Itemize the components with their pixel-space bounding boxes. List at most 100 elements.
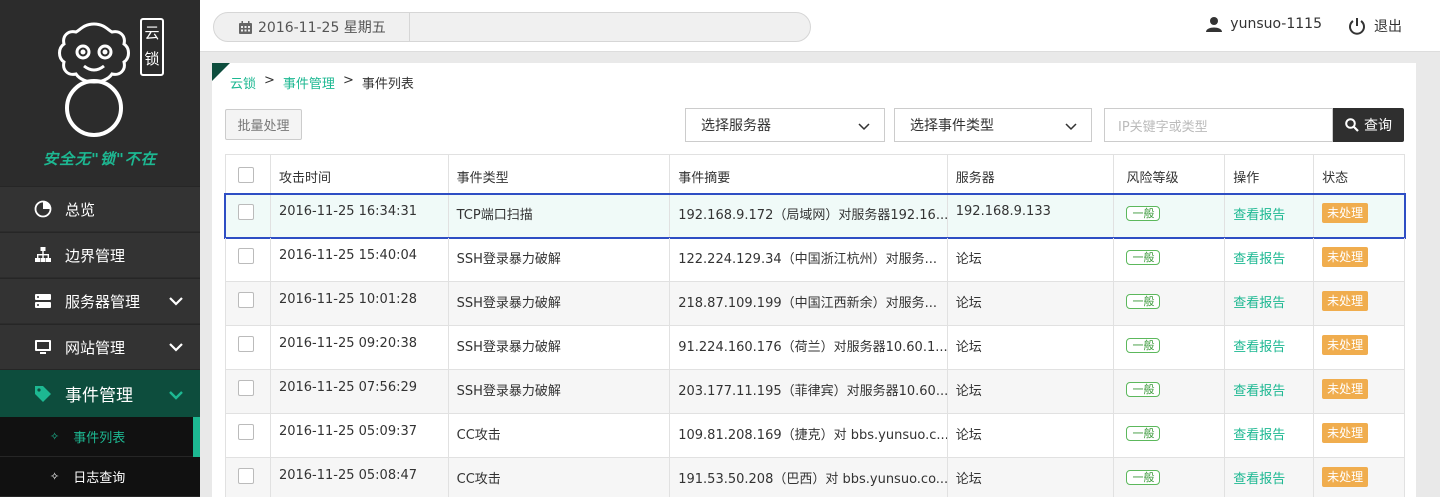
server-name: 论坛 <box>948 326 1115 369</box>
event-type-select[interactable]: 选择事件类型 <box>894 108 1092 142</box>
table-row[interactable]: 2016-11-25 10:01:28 SSH登录暴力破解 218.87.109.1… <box>225 282 1405 326</box>
column-header[interactable]: 事件类型 <box>449 155 671 193</box>
status-badge[interactable]: 未处理 <box>1322 203 1369 223</box>
calendar-icon <box>239 20 252 34</box>
chevron-down-icon <box>169 343 183 352</box>
status-badge[interactable]: 未处理 <box>1322 335 1369 355</box>
risk-cell: 一般 <box>1114 370 1226 413</box>
user-icon <box>1206 17 1223 32</box>
event-type: CC攻击 <box>449 414 671 457</box>
row-checkbox[interactable] <box>238 424 254 440</box>
server-select[interactable]: 选择服务器 <box>685 108 885 142</box>
action-cell: 查看报告 <box>1225 458 1315 497</box>
status-cell: 未处理 <box>1314 326 1404 369</box>
date-box: 2016-11-25 星期五 <box>213 12 811 42</box>
risk-badge: 一般 <box>1126 426 1161 441</box>
event-summary: 218.87.109.199（中国江西新余）对服务... <box>670 282 948 325</box>
status-badge[interactable]: 未处理 <box>1322 247 1369 267</box>
risk-badge: 一般 <box>1126 470 1161 485</box>
sub-item-event-list[interactable]: ✧ 事件列表 <box>0 417 200 457</box>
row-select-cell <box>226 370 271 413</box>
view-report-link[interactable]: 查看报告 <box>1233 428 1285 443</box>
user-menu[interactable]: yunsuo-1115 <box>1206 16 1322 32</box>
status-cell: 未处理 <box>1314 194 1404 237</box>
nav-item-overview[interactable]: 总览 <box>0 186 200 231</box>
search-input[interactable]: IP关键字或类型 <box>1104 108 1333 142</box>
breadcrumb-section[interactable]: 事件管理 <box>283 73 335 92</box>
breadcrumb: 云锁 > 事件管理 > 事件列表 <box>230 73 414 92</box>
top-bar: 2016-11-25 星期五 yunsuo-1115 退出 <box>200 0 1440 52</box>
status-cell: 未处理 <box>1314 458 1404 497</box>
chevron-down-icon <box>169 391 183 400</box>
breadcrumb-separator: > <box>264 73 275 88</box>
view-report-link[interactable]: 查看报告 <box>1233 384 1285 399</box>
column-header[interactable]: 服务器 <box>948 155 1115 193</box>
chevron-down-icon <box>858 123 870 131</box>
risk-cell: 一般 <box>1114 282 1226 325</box>
sub-item-log-query[interactable]: ✧ 日志查询 <box>0 457 200 497</box>
event-summary: 203.177.11.195（菲律宾）对服务器10.60.... <box>670 370 948 413</box>
nav-item-servers[interactable]: 服务器管理 <box>0 278 200 323</box>
attack-time: 2016-11-25 10:01:28 <box>271 282 449 325</box>
status-badge[interactable]: 未处理 <box>1322 423 1369 443</box>
table-row[interactable]: 2016-11-25 05:08:47 CC攻击 191.53.50.208（巴西）… <box>225 458 1405 497</box>
table-row[interactable]: 2016-11-25 15:40:04 SSH登录暴力破解 122.224.129.… <box>225 238 1405 282</box>
search-button[interactable]: 查询 <box>1333 108 1404 142</box>
row-checkbox[interactable] <box>238 468 254 484</box>
risk-badge: 一般 <box>1126 338 1161 353</box>
view-report-link[interactable]: 查看报告 <box>1233 208 1285 223</box>
nav-label: 服务器管理 <box>65 292 141 311</box>
table-row[interactable]: 2016-11-25 07:56:29 SSH登录暴力破解 203.177.11.1… <box>225 370 1405 414</box>
row-checkbox[interactable] <box>238 336 254 352</box>
pie-chart-icon <box>33 199 53 219</box>
table-row[interactable]: 2016-11-25 05:09:37 CC攻击 109.81.208.169（捷克… <box>225 414 1405 458</box>
attack-time: 2016-11-25 09:20:38 <box>271 326 449 369</box>
table-header: 攻击时间 事件类型 事件摘要 服务器 风险等级 操作 状态 <box>225 154 1405 194</box>
view-report-link[interactable]: 查看报告 <box>1233 252 1285 267</box>
row-checkbox[interactable] <box>238 380 254 396</box>
select-all-checkbox[interactable] <box>238 167 254 183</box>
column-header[interactable]: 攻击时间 <box>271 155 449 193</box>
view-report-link[interactable]: 查看报告 <box>1233 472 1285 487</box>
table-row[interactable]: 2016-11-25 09:20:38 SSH登录暴力破解 91.224.160.1… <box>225 326 1405 370</box>
risk-cell: 一般 <box>1114 194 1226 237</box>
column-header[interactable]: 风险等级 <box>1114 155 1226 193</box>
status-badge[interactable]: 未处理 <box>1322 291 1369 311</box>
view-report-link[interactable]: 查看报告 <box>1233 296 1285 311</box>
column-header: 操作 <box>1225 155 1315 193</box>
event-table: 攻击时间 事件类型 事件摘要 服务器 风险等级 操作 状态 2016-11-25… <box>224 154 1406 497</box>
logout-label: 退出 <box>1374 19 1402 35</box>
status-cell: 未处理 <box>1314 370 1404 413</box>
status-badge[interactable]: 未处理 <box>1322 467 1369 487</box>
view-report-link[interactable]: 查看报告 <box>1233 340 1285 355</box>
logout-button[interactable]: 退出 <box>1348 16 1402 36</box>
power-icon <box>1349 18 1365 35</box>
row-select-cell <box>226 458 271 497</box>
nav-item-websites[interactable]: 网站管理 <box>0 324 200 369</box>
risk-cell: 一般 <box>1114 326 1226 369</box>
row-checkbox[interactable] <box>238 292 254 308</box>
column-header[interactable]: 事件摘要 <box>670 155 948 193</box>
nav-label: 边界管理 <box>65 246 126 265</box>
nav-label: 总览 <box>65 200 96 219</box>
risk-cell: 一般 <box>1114 238 1226 281</box>
event-type: SSH登录暴力破解 <box>449 282 671 325</box>
server-name: 论坛 <box>948 282 1115 325</box>
table-row[interactable]: 2016-11-25 16:34:31 TCP端口扫描 192.168.9.172（… <box>224 193 1406 239</box>
breadcrumb-root[interactable]: 云锁 <box>230 73 256 92</box>
row-select-cell <box>226 194 271 237</box>
batch-process-button[interactable]: 批量处理 <box>225 109 302 140</box>
row-checkbox[interactable] <box>238 204 254 220</box>
row-select-cell <box>226 326 271 369</box>
nav-item-events[interactable]: 事件管理 <box>0 369 200 417</box>
event-summary: 191.53.50.208（巴西）对 bbs.yunsuo.co... <box>670 458 948 497</box>
attack-time: 2016-11-25 16:34:31 <box>271 194 449 237</box>
tag-icon <box>33 384 53 404</box>
row-checkbox[interactable] <box>238 248 254 264</box>
column-header[interactable]: 状态 <box>1314 155 1404 193</box>
server-name: 论坛 <box>948 238 1115 281</box>
chevron-down-icon <box>1065 123 1077 131</box>
status-cell: 未处理 <box>1314 282 1404 325</box>
nav-item-boundary[interactable]: 边界管理 <box>0 232 200 277</box>
status-badge[interactable]: 未处理 <box>1322 379 1369 399</box>
